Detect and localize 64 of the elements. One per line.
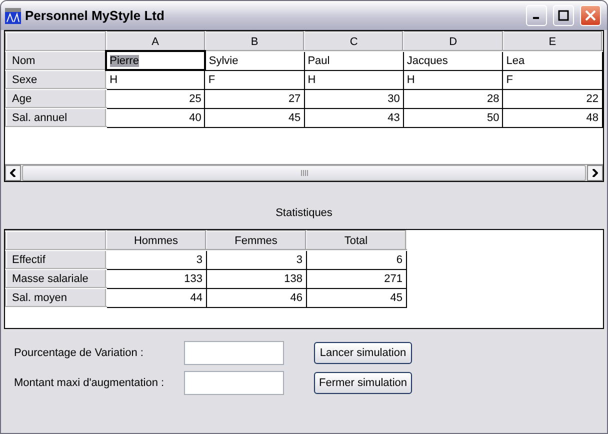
table-cell: 138 bbox=[206, 269, 306, 288]
table-cell[interactable]: 30 bbox=[304, 89, 404, 108]
table-cell[interactable]: 28 bbox=[403, 89, 503, 108]
table-cell: 44 bbox=[106, 288, 206, 307]
column-header[interactable]: C bbox=[304, 32, 404, 51]
table-cell: 46 bbox=[206, 288, 306, 307]
table-cell: 45 bbox=[306, 288, 406, 307]
table-cell[interactable]: H bbox=[403, 70, 503, 89]
table-cell: 271 bbox=[306, 269, 406, 288]
scroll-left-button[interactable] bbox=[5, 165, 21, 181]
column-header[interactable]: Hommes bbox=[106, 231, 206, 250]
table-cell[interactable]: 25 bbox=[106, 89, 205, 108]
table-cell[interactable]: Pierre bbox=[106, 51, 205, 70]
column-header[interactable]: E bbox=[502, 32, 602, 51]
table-cell[interactable]: Jacques bbox=[403, 51, 503, 70]
table-cell[interactable]: 22 bbox=[502, 89, 602, 108]
table-cell[interactable]: Paul bbox=[304, 51, 404, 70]
column-header[interactable]: B bbox=[204, 32, 304, 51]
table-cell[interactable]: F bbox=[204, 70, 304, 89]
row-header[interactable]: Nom bbox=[6, 51, 106, 70]
table-cell[interactable]: 45 bbox=[204, 108, 304, 127]
section-title: Statistiques bbox=[276, 207, 332, 219]
table-cell[interactable]: 27 bbox=[204, 89, 304, 108]
row-header[interactable]: Sexe bbox=[6, 70, 106, 89]
field-label: Pourcentage de Variation : bbox=[14, 347, 144, 359]
simulation-button[interactable]: Fermer simulation bbox=[314, 372, 412, 394]
chevron-right-icon bbox=[592, 169, 598, 177]
close-button[interactable] bbox=[580, 5, 601, 26]
table-cell[interactable]: Sylvie bbox=[204, 51, 304, 70]
row-header[interactable]: Sal. moyen bbox=[6, 288, 106, 307]
maximize-button[interactable] bbox=[553, 5, 574, 26]
table-cell: 133 bbox=[106, 269, 206, 288]
column-header[interactable]: D bbox=[403, 32, 503, 51]
field-label: Montant maxi d'augmentation : bbox=[14, 377, 166, 389]
grip-icon bbox=[300, 170, 308, 176]
row-header[interactable]: Masse salariale bbox=[6, 269, 106, 288]
table-cell[interactable]: 48 bbox=[502, 108, 602, 127]
column-header[interactable]: A bbox=[106, 32, 205, 51]
scroll-right-button[interactable] bbox=[587, 165, 603, 181]
input-field[interactable] bbox=[184, 341, 284, 365]
table-cell[interactable]: H bbox=[304, 70, 404, 89]
table-cell: 6 bbox=[306, 250, 406, 269]
table-cell: 3 bbox=[206, 250, 306, 269]
row-header[interactable]: Sal. annuel bbox=[6, 108, 106, 127]
chevron-left-icon bbox=[10, 169, 16, 177]
window-title: Personnel MyStyle Ltd bbox=[25, 8, 166, 23]
row-header[interactable]: Effectif bbox=[6, 250, 106, 269]
table-cell: 3 bbox=[106, 250, 206, 269]
table-cell[interactable]: 40 bbox=[106, 108, 205, 127]
table-cell[interactable]: 50 bbox=[403, 108, 503, 127]
table-cell[interactable]: F bbox=[502, 70, 602, 89]
table-cell[interactable]: H bbox=[106, 70, 205, 89]
table-cell[interactable]: 43 bbox=[304, 108, 404, 127]
scrollbar-thumb[interactable] bbox=[22, 165, 586, 181]
simulation-button[interactable]: Lancer simulation bbox=[314, 342, 412, 364]
column-header[interactable]: Total bbox=[306, 231, 406, 250]
row-header[interactable]: Age bbox=[6, 89, 106, 108]
column-header[interactable]: Femmes bbox=[206, 231, 306, 250]
minimize-button[interactable] bbox=[526, 5, 547, 26]
table-cell[interactable]: Lea bbox=[502, 51, 602, 70]
maximize-icon bbox=[558, 10, 569, 21]
app-icon bbox=[5, 8, 21, 24]
input-field[interactable] bbox=[184, 371, 284, 395]
close-icon bbox=[585, 10, 596, 21]
